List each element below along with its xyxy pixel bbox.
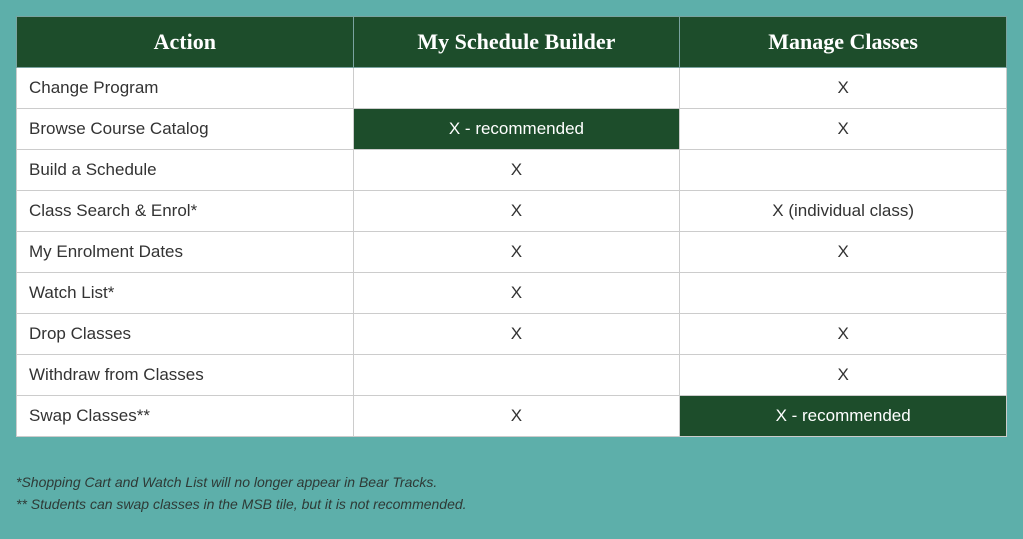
footnotes: *Shopping Cart and Watch List will no lo…: [16, 473, 1007, 514]
table-row: Browse Course CatalogX - recommendedX: [17, 109, 1007, 150]
manage-classes-cell: X - recommended: [680, 396, 1007, 437]
msb-cell: X: [353, 396, 680, 437]
table-header-row: Action My Schedule Builder Manage Classe…: [17, 17, 1007, 68]
manage-classes-cell: [680, 273, 1007, 314]
manage-classes-cell: X (individual class): [680, 191, 1007, 232]
msb-cell: X: [353, 314, 680, 355]
action-cell: Browse Course Catalog: [17, 109, 354, 150]
feature-comparison-table: Action My Schedule Builder Manage Classe…: [16, 16, 1007, 437]
table-row: My Enrolment DatesXX: [17, 232, 1007, 273]
table-row: Build a ScheduleX: [17, 150, 1007, 191]
manage-classes-cell: X: [680, 232, 1007, 273]
action-cell: My Enrolment Dates: [17, 232, 354, 273]
table-row: Watch List*X: [17, 273, 1007, 314]
msb-cell: X: [353, 273, 680, 314]
footnote-1: *Shopping Cart and Watch List will no lo…: [16, 473, 1007, 493]
msb-cell: X: [353, 191, 680, 232]
msb-cell: [353, 355, 680, 396]
footnote-2: ** Students can swap classes in the MSB …: [16, 495, 1007, 515]
table-row: Change Program X: [17, 68, 1007, 109]
action-cell: Change Program: [17, 68, 354, 109]
table-row: Drop ClassesXX: [17, 314, 1007, 355]
manage-classes-cell: [680, 150, 1007, 191]
table-row: Withdraw from Classes X: [17, 355, 1007, 396]
manage-classes-cell: X: [680, 68, 1007, 109]
action-cell: Drop Classes: [17, 314, 354, 355]
action-cell: Watch List*: [17, 273, 354, 314]
action-cell: Class Search & Enrol*: [17, 191, 354, 232]
action-cell: Build a Schedule: [17, 150, 354, 191]
manage-classes-cell: X: [680, 355, 1007, 396]
manage-classes-cell: X: [680, 314, 1007, 355]
msb-cell: [353, 68, 680, 109]
col-header-msb: My Schedule Builder: [353, 17, 680, 68]
col-header-action: Action: [17, 17, 354, 68]
msb-cell: X: [353, 150, 680, 191]
msb-cell: X: [353, 232, 680, 273]
action-cell: Withdraw from Classes: [17, 355, 354, 396]
col-header-manage-classes: Manage Classes: [680, 17, 1007, 68]
table-row: Class Search & Enrol*XX (individual clas…: [17, 191, 1007, 232]
manage-classes-cell: X: [680, 109, 1007, 150]
table-row: Swap Classes**XX - recommended: [17, 396, 1007, 437]
action-cell: Swap Classes**: [17, 396, 354, 437]
msb-cell: X - recommended: [353, 109, 680, 150]
